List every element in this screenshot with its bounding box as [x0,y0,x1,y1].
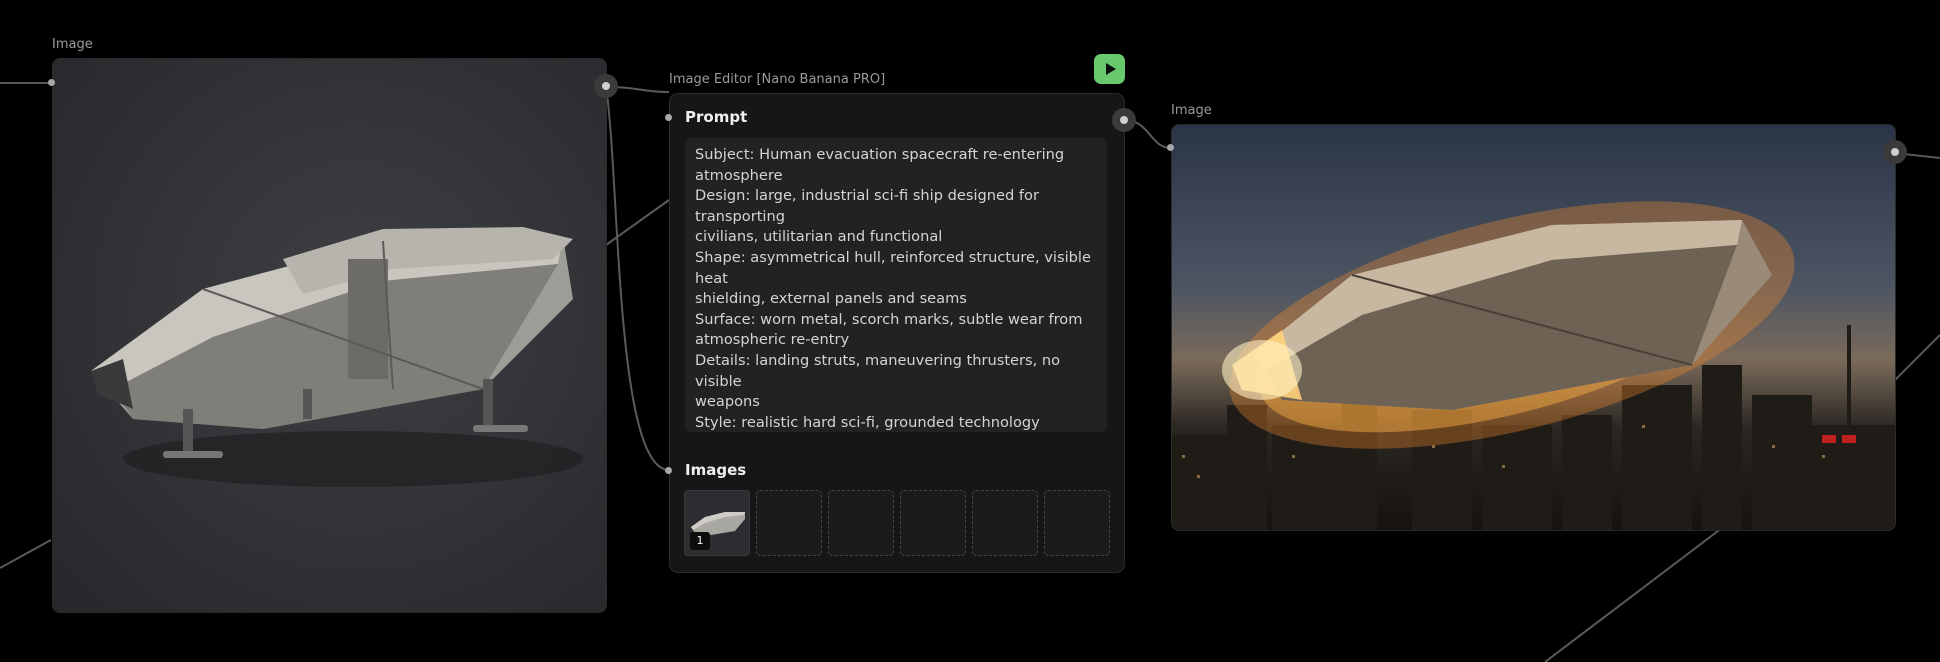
images-label: Images [685,461,747,479]
source-image[interactable] [52,58,607,613]
wire-image-to-images [605,86,670,471]
prompt-label: Prompt [685,108,748,126]
wire-left-bottom [0,539,52,569]
prompt-textarea[interactable]: Subject: Human evacuation spacecraft re-… [685,138,1107,432]
source-input-dot[interactable] [48,79,55,86]
play-icon [1106,63,1116,75]
prompt-input-dot[interactable] [665,114,672,121]
spaceship-image [91,227,583,487]
source-output-handle[interactable] [594,74,618,98]
output-handle[interactable] [1883,140,1907,164]
run-button[interactable] [1094,54,1125,84]
image-slot-2[interactable] [756,490,822,556]
wire-output-right-lower [1894,334,1940,381]
output-image[interactable] [1171,124,1896,531]
image-slot-6[interactable] [1044,490,1110,556]
wire-output-bottom [1544,527,1723,662]
output-input-dot[interactable] [1167,144,1174,151]
images-input-dot[interactable] [665,467,672,474]
spaceship-reentry-image [1172,201,1895,530]
slot-badge: 1 [690,532,710,550]
image-slot-1[interactable]: 1 [684,490,750,556]
editor-title: Image Editor [Nano Banana PRO] [669,72,886,87]
image-slot-5[interactable] [972,490,1038,556]
source-image-label: Image [52,37,93,52]
output-image-label: Image [1171,103,1212,118]
image-slot-3[interactable] [828,490,894,556]
editor-output-handle[interactable] [1112,108,1136,132]
image-slot-4[interactable] [900,490,966,556]
